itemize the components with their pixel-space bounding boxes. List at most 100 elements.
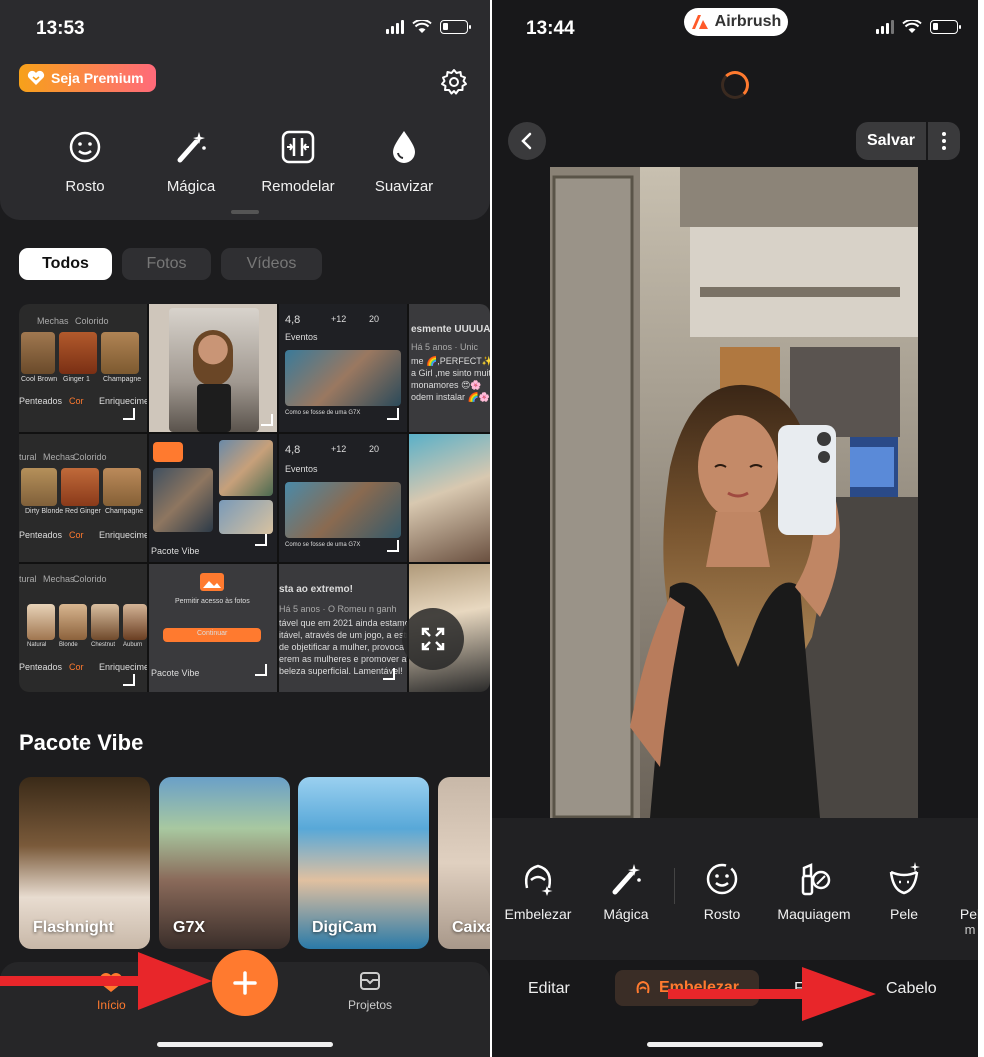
add-button[interactable] — [212, 950, 278, 1016]
media-thumb-selfie[interactable] — [149, 304, 277, 432]
thumb-text: tural — [19, 452, 37, 462]
magic-wand-icon — [177, 132, 206, 163]
expand-corner-icon — [255, 534, 267, 546]
filter-videos[interactable]: Vídeos — [221, 248, 322, 280]
preset-card-flashnight[interactable]: Flashnight — [19, 777, 150, 949]
media-thumb-collage[interactable] — [409, 434, 490, 562]
tool-label: Maquiagem — [777, 906, 851, 922]
thumb-text: Penteados — [19, 396, 63, 406]
thumb-text: Eventos — [285, 332, 318, 342]
hair-swatch — [91, 604, 119, 640]
expand-corner-icon — [261, 414, 273, 426]
thumb-text: Chestnut — [91, 642, 116, 648]
tab-cabelo[interactable]: Cabelo — [886, 980, 937, 998]
thumb-text: 4,8 — [285, 444, 301, 456]
filter-fotos[interactable]: Fotos — [122, 248, 211, 280]
expand-icon — [421, 627, 445, 651]
tool-label-suffix: m — [964, 922, 976, 937]
panel-grabber[interactable] — [231, 210, 259, 214]
hair-swatch — [123, 604, 147, 640]
tool-magica[interactable]: Mágica — [141, 128, 241, 195]
thumb-collage — [219, 440, 273, 496]
tool-maquiagem[interactable]: Maquiagem — [768, 860, 860, 922]
hair-swatch — [101, 332, 139, 374]
tab-projetos[interactable]: Projetos — [348, 970, 392, 1012]
preset-card-digicam[interactable]: DigiCam — [298, 777, 429, 949]
media-thumb-hair-1[interactable]: Mechas Colorido Cool Brown Ginger 1 Cham… — [19, 304, 147, 432]
expand-button[interactable] — [402, 608, 464, 670]
home-indicator — [647, 1042, 823, 1047]
preset-label: Caixa — [452, 919, 490, 936]
left-screen: 13:53 Seja Premium Rosto Mágica Remodela… — [0, 0, 490, 1057]
preset-label: Flashnight — [33, 919, 114, 936]
preset-card-g7x[interactable]: G7X — [159, 777, 290, 949]
media-thumb-event-1[interactable]: 4,8 +12 20 Eventos Como se fosse de uma … — [279, 304, 407, 432]
premium-button[interactable]: Seja Premium — [19, 64, 156, 92]
thumb-collage — [153, 468, 213, 532]
thumb-text: Ginger 1 — [63, 376, 90, 383]
media-thumb-hair-2[interactable]: tural Mechas Colorido Dirty Blonde Red G… — [19, 434, 147, 562]
thumb-text: Há 5 anos · Unic — [411, 342, 479, 352]
media-thumb-permission[interactable]: Permitir acesso às fotos Continuar Pacot… — [149, 564, 277, 692]
filter-todos[interactable]: Todos — [19, 248, 112, 280]
more-tool-icon — [951, 860, 978, 898]
tool-label: Remodelar — [261, 178, 335, 195]
thumb-text: 20 — [369, 314, 380, 324]
media-thumb-vibe[interactable]: Pacote Vibe — [149, 434, 277, 562]
tool-magica[interactable]: Mágica — [580, 860, 672, 922]
drop-icon — [393, 131, 415, 163]
brand-name: Airbrush — [714, 13, 782, 30]
annotation-arrow — [0, 952, 212, 1010]
media-thumb-review-1[interactable]: esmente UUUUAA Há 5 anos · Unic me 🌈,PER… — [409, 304, 490, 432]
save-button[interactable]: Salvar — [856, 122, 926, 160]
media-thumb-hair-3[interactable]: tural Mechas Colorido Natural Blonde Che… — [19, 564, 147, 692]
tool-suavizar[interactable]: Suavizar — [354, 128, 454, 195]
battery-icon — [930, 20, 961, 34]
thumb-text: Mechas — [37, 316, 69, 326]
thumb-text: odem instalar 🌈🌸 — [411, 392, 490, 402]
tool-pele[interactable]: Pele — [858, 860, 950, 922]
more-options-button[interactable] — [928, 122, 960, 160]
airbrush-logo-icon — [691, 15, 708, 29]
thumb-text: Enriquecimento — [99, 530, 147, 540]
hair-swatch — [59, 332, 97, 374]
right-screen: 13:44 Airbrush Salvar Embelezar Mágica R… — [492, 0, 978, 1057]
editing-photo[interactable] — [550, 167, 918, 818]
thumb-text: 4,8 — [285, 314, 301, 326]
status-bar: 13:53 — [0, 0, 490, 58]
back-button[interactable] — [508, 122, 546, 160]
event-photo — [285, 482, 401, 538]
expand-corner-icon — [383, 668, 395, 680]
wifi-icon — [412, 20, 432, 33]
gear-icon[interactable] — [440, 68, 468, 96]
tool-remodelar[interactable]: Remodelar — [248, 128, 348, 195]
hair-swatch — [21, 332, 55, 374]
media-thumb-review-2[interactable]: sta ao extremo! Há 5 anos · O Romeu n ga… — [279, 564, 407, 692]
tool-embelezar[interactable]: Embelezar — [492, 860, 584, 922]
system-icons — [876, 20, 961, 34]
makeup-icon — [801, 863, 831, 896]
face-icon — [69, 131, 101, 163]
thumb-text: Penteados — [19, 662, 63, 672]
selfie-person — [193, 330, 233, 386]
thumb-text: Auburn — [123, 642, 143, 648]
tool-rosto[interactable]: Rosto — [35, 128, 135, 195]
thumb-text: de objetificar a mulher, provoca — [279, 642, 405, 652]
thumb-text: Pacote Vibe — [151, 668, 200, 678]
preset-card-caixa[interactable]: Caixa — [438, 777, 490, 949]
tab-editar[interactable]: Editar — [528, 980, 570, 998]
selfie-dress — [197, 384, 231, 432]
thumb-text: Red Ginger — [65, 508, 101, 515]
hair-swatch — [59, 604, 87, 640]
preset-label: DigiCam — [312, 919, 377, 936]
media-thumb-event-2[interactable]: 4,8 +12 20 Eventos Como se fosse de uma … — [279, 434, 407, 562]
thumb-text: Colorido — [75, 316, 109, 326]
heart-crown-icon — [27, 70, 45, 85]
tool-rosto[interactable]: Rosto — [676, 860, 768, 922]
tool-label: Suavizar — [374, 178, 434, 195]
thumb-text: Permitir acesso às fotos — [175, 598, 250, 605]
face-icon — [706, 863, 738, 895]
thumb-text: sta ao extremo! — [279, 584, 353, 595]
annotation-arrow — [668, 967, 876, 1021]
tool-partial[interactable]: Pel m — [940, 860, 978, 937]
